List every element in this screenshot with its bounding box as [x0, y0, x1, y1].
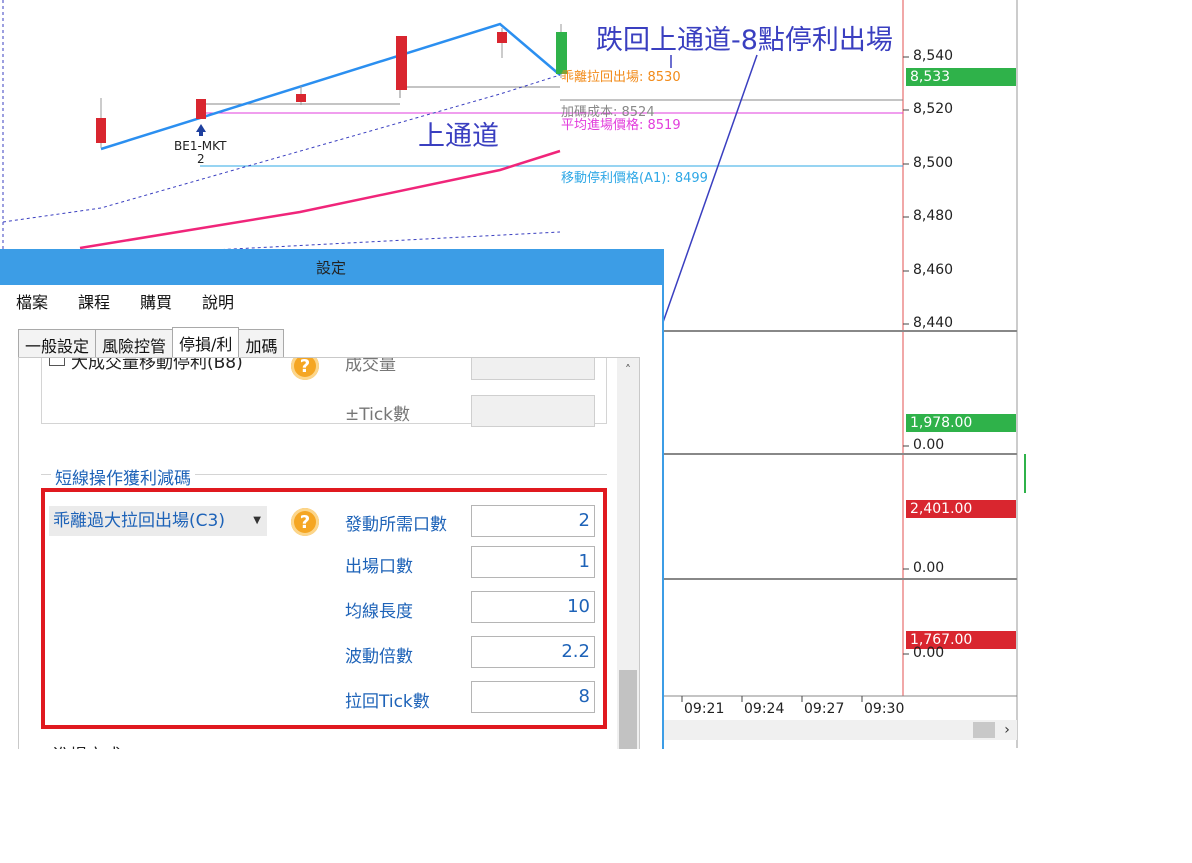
- candle-4: [396, 36, 407, 90]
- field-label: 均線長度: [345, 602, 413, 622]
- annotation-top-note: 跌回上通道-8點停利出場: [596, 25, 893, 56]
- order-marker-qty: 2: [197, 152, 205, 166]
- time-label: 09:30: [864, 701, 905, 717]
- required-lots-input[interactable]: 2: [471, 505, 595, 537]
- h-scrollbar-track: [664, 720, 1017, 740]
- dialog-titlebar[interactable]: 設定: [0, 249, 662, 285]
- tab-risk[interactable]: 風險控管: [95, 329, 174, 357]
- price-tick: 8,520: [913, 101, 954, 117]
- menu-help[interactable]: 說明: [198, 287, 238, 315]
- time-label: 09:27: [804, 701, 845, 717]
- tab-strip: 一般設定 風險控管 停損/利 加碼: [18, 327, 285, 358]
- last-price-badge: 8,533: [906, 68, 1016, 86]
- scroll-right-button[interactable]: ›: [997, 720, 1017, 740]
- price-tick: 8,500: [913, 155, 954, 171]
- pullback-ticks-input[interactable]: 8: [471, 681, 595, 713]
- candle-2: [196, 99, 206, 119]
- time-label: 09:24: [744, 701, 785, 717]
- tick-count-label: ±Tick數: [345, 405, 411, 425]
- price-tick: 8,440: [913, 315, 954, 329]
- field-label: 波動倍數: [345, 647, 413, 667]
- field-label: 發動所需口數: [345, 515, 447, 535]
- order-marker-name: BE1-MKT: [174, 139, 227, 153]
- panel4-tick: 0.00: [913, 645, 945, 661]
- help-icon[interactable]: ?: [291, 508, 319, 536]
- chevron-down-icon: ▼: [253, 515, 261, 526]
- v-scrollbar[interactable]: ˄: [617, 358, 639, 749]
- ma-length-input[interactable]: 10: [471, 591, 595, 623]
- menu-bar: 檔案 課程 購買 說明: [0, 285, 662, 317]
- exit-mode-value: 乖離過大拉回出場(C3): [53, 511, 225, 531]
- tab-add-position[interactable]: 加碼: [238, 329, 285, 357]
- volume-trail-label: 大成交量移動停利(B8): [71, 357, 243, 373]
- menu-file[interactable]: 檔案: [12, 287, 52, 315]
- volatility-multiplier-input[interactable]: 2.2: [471, 636, 595, 668]
- deviation-exit-label: 乖離拉回出場: 8530: [561, 70, 681, 85]
- h-scrollbar-thumb: [973, 722, 995, 738]
- candle-5: [497, 32, 507, 43]
- price-tick: 8,460: [913, 262, 954, 278]
- short-section-title: 短線操作獲利減碼: [51, 464, 195, 489]
- tab-stop[interactable]: 停損/利: [172, 327, 240, 358]
- volume-trail-checkbox[interactable]: [49, 358, 65, 366]
- panel2-tick: 0.00: [913, 437, 945, 453]
- chevron-up-icon[interactable]: ˄: [617, 358, 639, 382]
- time-label: 09:21: [684, 701, 725, 717]
- volume-input[interactable]: [471, 358, 595, 380]
- panel3-tick: 0.00: [913, 560, 945, 576]
- field-label: 拉回Tick數: [345, 692, 430, 712]
- v-scrollbar-thumb[interactable]: [619, 670, 637, 749]
- dialog-title: 設定: [315, 258, 346, 277]
- price-tick: 8,480: [913, 208, 954, 224]
- menu-course[interactable]: 課程: [74, 287, 114, 315]
- trailing-stop-label: 移動停利價格(A1): 8499: [561, 171, 708, 186]
- buy-arrow-icon: [196, 124, 206, 136]
- candle-3: [296, 94, 306, 102]
- tab-general[interactable]: 一般設定: [18, 329, 97, 357]
- candle-1: [96, 118, 106, 143]
- entry-section-title: 進場方式: [53, 741, 121, 749]
- menu-purchase[interactable]: 購買: [136, 287, 176, 315]
- avg-entry-label: 平均進場價格: 8519: [561, 118, 681, 133]
- annotation-channel-note: 上通道: [418, 121, 499, 152]
- panel3-badge: 2,401.00: [906, 500, 1016, 518]
- tab-content: 大成交量移動停利(B8) ? 成交量 ±Tick數 短線操作獲利減碼 乖離過大拉…: [18, 357, 640, 749]
- settings-dialog: 設定 檔案 課程 購買 說明 一般設定 風險控管 停損/利 加碼 大成交量移動停…: [0, 249, 664, 749]
- exit-mode-select[interactable]: 乖離過大拉回出場(C3) ▼: [49, 506, 267, 536]
- panel2-badge: 1,978.00: [906, 414, 1016, 432]
- volume-label: 成交量: [345, 357, 396, 375]
- price-tick: 8,540: [913, 48, 954, 64]
- tick-count-input[interactable]: [471, 395, 595, 427]
- exit-lots-input[interactable]: 1: [471, 546, 595, 578]
- field-label: 出場口數: [345, 557, 413, 577]
